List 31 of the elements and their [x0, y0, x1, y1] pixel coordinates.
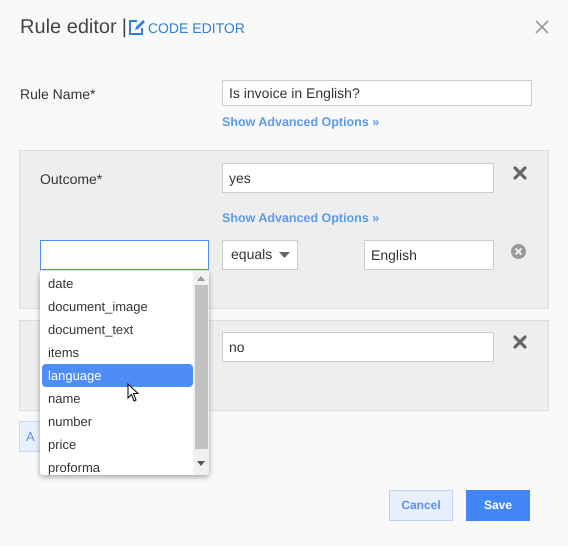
dropdown-option[interactable]: number: [42, 410, 193, 433]
code-editor-link[interactable]: CODE EDITOR: [148, 18, 245, 38]
remove-icon[interactable]: [513, 334, 527, 349]
rule-name-label: Rule Name*: [20, 85, 96, 104]
dialog-title: Rule editor: [20, 15, 117, 40]
dropdown-option[interactable]: items: [42, 340, 193, 364]
outcome-field[interactable]: no: [222, 332, 494, 362]
rule-name-field[interactable]: Is invoice in English?: [222, 80, 532, 106]
edit-icon[interactable]: [128, 18, 146, 36]
dropdown-option[interactable]: proforma: [42, 456, 193, 475]
caret-icon: [279, 252, 290, 258]
scrollbar[interactable]: [193, 270, 209, 475]
title-separator: |: [122, 15, 127, 40]
dropdown-option[interactable]: price: [42, 432, 193, 456]
operator-select[interactable]: equals: [222, 240, 298, 270]
mouse-cursor-icon: [127, 383, 139, 403]
condition-field[interactable]: [40, 240, 209, 270]
remove-circle-icon[interactable]: [511, 244, 526, 259]
condition-value-field[interactable]: English: [364, 240, 494, 270]
dropdown-option[interactable]: document_image: [42, 294, 193, 318]
close-icon[interactable]: [535, 20, 549, 34]
save-button[interactable]: Save: [466, 490, 530, 521]
scrollbar-thumb[interactable]: [194, 284, 208, 449]
scroll-up-icon[interactable]: [197, 276, 205, 281]
remove-icon[interactable]: [513, 166, 527, 180]
outcome-label: Outcome*: [40, 170, 104, 189]
scroll-down-icon[interactable]: [197, 460, 205, 466]
dropdown-option[interactable]: name: [42, 386, 193, 410]
outcome-field[interactable]: yes: [222, 162, 494, 193]
dropdown-option[interactable]: document_text: [42, 318, 193, 341]
dropdown-option[interactable]: date: [42, 272, 193, 295]
